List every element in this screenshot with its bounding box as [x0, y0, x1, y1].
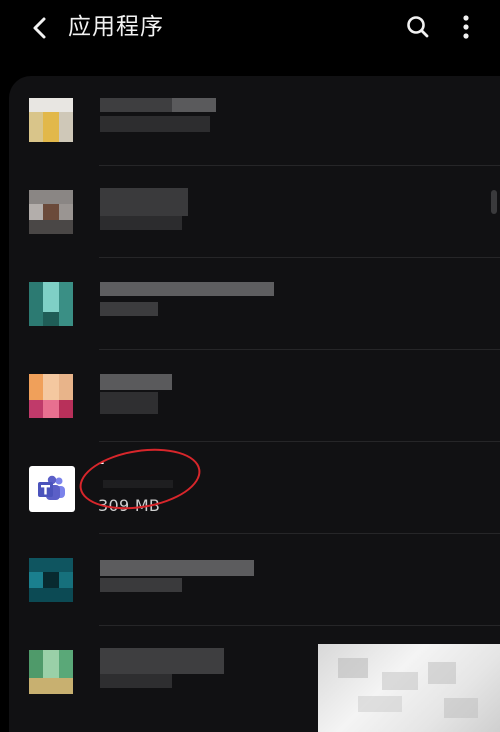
top-app-bar: 应用程序 [0, 0, 500, 58]
app-icon-obscured [29, 190, 73, 234]
search-button[interactable] [400, 9, 436, 45]
obscured-app-name [100, 560, 254, 576]
obscured-app-size [100, 392, 158, 414]
app-icon-obscured [29, 374, 73, 418]
app-list: - 309 MB [9, 76, 500, 732]
search-icon [407, 16, 429, 38]
obscured-app-size [100, 674, 172, 688]
obscured-app-name [100, 98, 172, 112]
app-icon-obscured [29, 650, 73, 694]
annotation-circle [75, 440, 205, 518]
app-list-item[interactable] [9, 352, 500, 442]
obscured-app-size [100, 578, 182, 592]
app-list-item[interactable] [9, 76, 500, 166]
app-icon-obscured [29, 98, 73, 142]
more-vertical-icon [463, 15, 469, 39]
obscured-app-size [100, 216, 182, 230]
app-list-item-teams[interactable]: - 309 MB [9, 440, 500, 534]
app-list-item[interactable] [9, 260, 500, 350]
app-icon-obscured [29, 282, 73, 326]
obscured-app-name [100, 188, 188, 216]
teams-icon [29, 466, 75, 512]
obscured-app-size [100, 116, 210, 132]
page-title: 应用程序 [68, 14, 164, 40]
app-list-item[interactable] [9, 536, 500, 626]
obscured-app-name [100, 374, 172, 390]
obscured-app-name [100, 282, 274, 296]
app-list-item[interactable] [9, 168, 500, 258]
app-icon-obscured [29, 558, 73, 602]
watermark [318, 644, 500, 732]
chevron-left-icon [33, 17, 46, 39]
more-options-button[interactable] [448, 9, 484, 45]
obscured-app-size [100, 302, 158, 316]
app-list-screen: 应用程序 - 309 MB [0, 0, 500, 732]
back-button[interactable] [22, 10, 58, 46]
obscured-app-name [100, 648, 224, 674]
